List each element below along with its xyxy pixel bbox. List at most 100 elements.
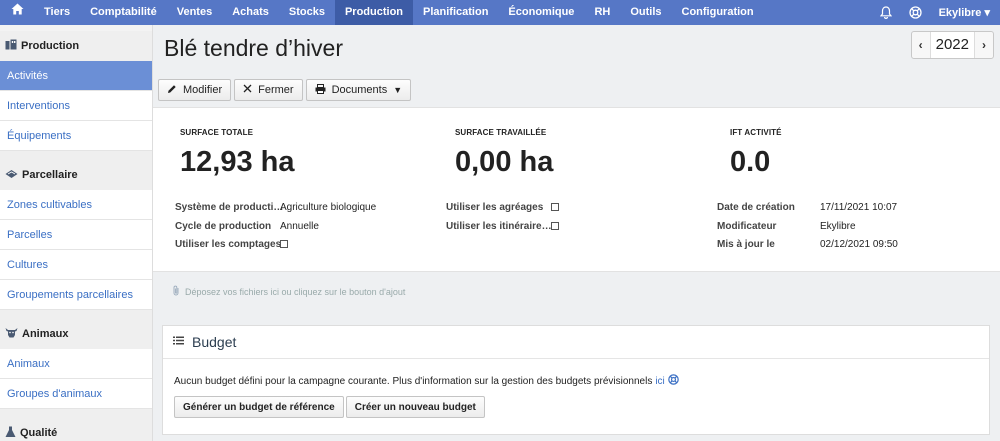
nav-production[interactable]: Production [334,0,414,25]
created-date-value: 17/11/2021 10:07 [820,202,898,213]
sidebar-section-title: Animaux [22,328,69,340]
sidebar-item-cultures[interactable]: Cultures [0,250,152,280]
sidebar-section-qualite: Qualité [0,418,152,441]
kpi-label-surface-totale: SURFACE TOTALE [180,128,254,137]
updated-date-value: 02/12/2021 09:50 [820,239,898,250]
sidebar-divider [0,310,152,319]
use-approvals-label: Utiliser les agréages [446,202,544,213]
generate-reference-budget-button[interactable]: Générer un budget de référence [174,396,344,418]
close-label: Fermer [258,84,294,96]
nav-planification[interactable]: Planification [413,0,498,25]
use-counts-label: Utiliser les comptages [175,239,282,250]
toolbar: Modifier Fermer Documents ▼ [158,79,412,101]
updated-date-label: Mis à jour le [717,239,775,250]
production-cycle-value: Annuelle [280,221,319,232]
budget-message: Aucun budget défini pour la campagne cou… [174,374,679,388]
sidebar-divider [0,409,152,418]
budget-help-link[interactable]: ici [655,376,664,387]
nav-comptabilite[interactable]: Comptabilité [80,0,167,25]
caret-down-icon: ▼ [393,85,403,95]
use-itineraries-label: Utiliser les itinéraire… [446,221,552,232]
list-icon [173,336,184,348]
documents-dropdown-button[interactable]: Documents ▼ [305,79,412,101]
sidebar-item-groupements-parcellaires[interactable]: Groupements parcellaires [0,280,152,310]
sidebar-section-title: Qualité [20,427,58,439]
pencil-icon [167,84,177,97]
production-system-value: Agriculture biologique [280,202,377,213]
help-lifebuoy-icon[interactable] [901,0,931,25]
sidebar-section-animaux: Animaux [0,319,152,349]
next-year-button[interactable]: › [975,32,993,58]
sidebar-item-interventions[interactable]: Interventions [0,91,152,121]
sidebar-divider [0,151,152,160]
main-menu: Tiers Comptabilité Ventes Achats Stocks … [0,0,764,25]
modify-label: Modifier [183,84,223,96]
parcel-icon [5,169,18,182]
create-new-budget-button[interactable]: Créer un nouveau budget [345,396,485,418]
budget-header: Budget [163,326,989,359]
nav-configuration[interactable]: Configuration [672,0,764,25]
chevron-right-icon: › [982,38,986,52]
modifier-label: Modificateur [717,221,777,232]
created-date-label: Date de création [717,202,795,213]
close-button[interactable]: Fermer [234,79,303,101]
budget-panel: Budget Aucun budget défini pour la campa… [162,325,990,435]
sidebar-section-parcellaire: Parcellaire [0,160,152,190]
kpi-value-surface-travaillee: 0,00 ha [455,146,554,178]
chevron-left-icon: ‹ [918,38,923,52]
paperclip-icon [172,285,180,299]
home-button[interactable] [0,0,34,25]
kpi-value-surface-totale: 12,93 ha [180,146,295,178]
user-name: Ekylibre [938,7,982,19]
nav-outils[interactable]: Outils [620,0,671,25]
documents-label: Documents [331,84,388,96]
modify-button[interactable]: Modifier [158,79,232,101]
user-menu[interactable]: Ekylibre ▾ [931,6,1000,19]
sidebar-item-parcelles[interactable]: Parcelles [0,220,152,250]
nav-tiers[interactable]: Tiers [34,0,80,25]
budget-actions: Générer un budget de référence Créer un … [174,396,485,418]
notifications-bell-icon[interactable] [871,0,901,25]
year-value: 2022 [929,32,975,58]
budget-title: Budget [192,334,237,350]
use-counts-checkbox [280,240,288,248]
sidebar-section-title: Production [21,40,80,52]
close-icon [243,84,252,96]
sidebar-item-equipements[interactable]: Équipements [0,121,152,151]
nav-stocks[interactable]: Stocks [279,0,335,25]
budget-message-text: Aucun budget défini pour la campagne cou… [174,375,653,387]
cow-icon [5,327,18,341]
production-cycle-label: Cycle de production [175,221,272,232]
topbar-right: Ekylibre ▾ [871,0,1000,25]
use-approvals-checkbox [551,203,559,211]
nav-achats[interactable]: Achats [222,0,279,25]
printer-icon [315,83,326,97]
help-lifebuoy-icon[interactable] [668,374,679,388]
kpi-label-ift-activite: IFT ACTIVITÉ [730,128,782,137]
production-icon [5,39,17,53]
sidebar-item-zones-cultivables[interactable]: Zones cultivables [0,190,152,220]
nav-ventes[interactable]: Ventes [167,0,222,25]
activity-summary-panel: SURFACE TOTALE 12,93 ha SURFACE TRAVAILL… [153,107,1000,272]
modifier-value: Ekylibre [820,221,856,232]
previous-year-button[interactable]: ‹ [912,32,930,58]
nav-economique[interactable]: Économique [498,0,584,25]
caret-down-icon: ▾ [984,7,990,19]
sidebar-item-animaux[interactable]: Animaux [0,349,152,379]
sidebar-item-activites[interactable]: Activités [0,61,152,91]
production-system-label: Système de producti… [175,202,284,213]
kpi-label-surface-travaillee: SURFACE TRAVAILLÉE [455,128,547,137]
sidebar: Production Activités Interventions Équip… [0,25,153,441]
dropzone-text: Déposez vos fichiers ici ou cliquez sur … [185,287,406,297]
sidebar-item-groupes-animaux[interactable]: Groupes d'animaux [0,379,152,409]
nav-rh[interactable]: RH [584,0,620,25]
use-itineraries-checkbox [551,222,559,230]
kpi-value-ift-activite: 0.0 [730,146,771,178]
home-icon [11,0,24,25]
flask-icon [5,426,16,441]
sidebar-section-production: Production [0,31,152,61]
campaign-year-selector: ‹ 2022 › [910,31,994,59]
file-dropzone[interactable]: Déposez vos fichiers ici ou cliquez sur … [153,273,1000,313]
page-title: Blé tendre d’hiver [164,35,343,61]
top-navigation-bar: Tiers Comptabilité Ventes Achats Stocks … [0,0,1000,25]
